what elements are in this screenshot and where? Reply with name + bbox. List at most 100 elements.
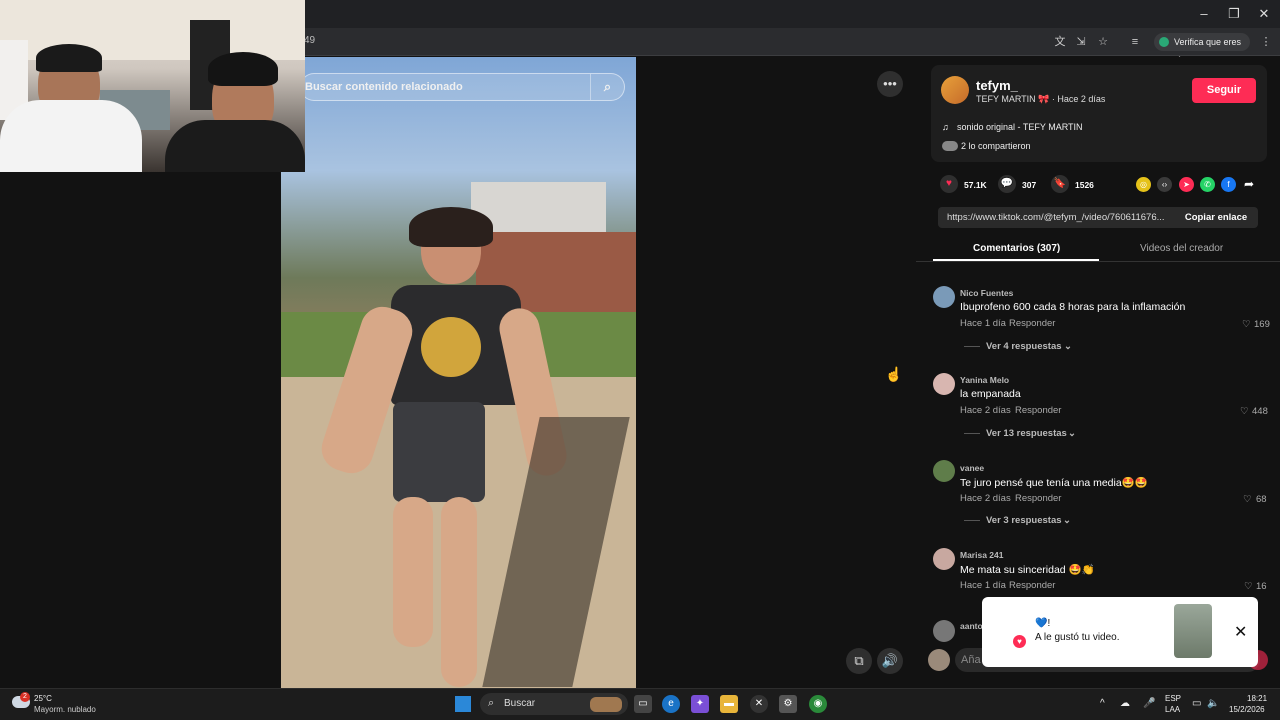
reply-button[interactable]: Responder bbox=[1009, 580, 1055, 591]
network-icon[interactable]: ▭ bbox=[1192, 698, 1201, 709]
close-icon[interactable]: ✕ bbox=[1250, 4, 1278, 24]
video-link-text[interactable]: https://www.tiktok.com/@tefym_/video/760… bbox=[947, 212, 1173, 223]
file-explorer-icon[interactable]: ▬ bbox=[720, 695, 738, 713]
comment-author[interactable]: Nico Fuentes bbox=[960, 288, 1013, 298]
bookmark-icon[interactable]: 🔖 bbox=[1051, 175, 1069, 193]
reply-button[interactable]: Responder bbox=[1015, 493, 1061, 504]
embed-icon[interactable]: ‹› bbox=[1157, 177, 1172, 192]
cloud-icon[interactable]: ☁ bbox=[1120, 698, 1130, 709]
comment-author[interactable]: aanto bbox=[960, 621, 983, 631]
comment-count: 307 bbox=[1022, 180, 1037, 190]
chrome-icon[interactable]: ◉ bbox=[809, 695, 827, 713]
search-icon[interactable]: ⌕ bbox=[590, 74, 624, 100]
view-replies-button[interactable]: Ver 13 respuestas bbox=[986, 428, 1067, 439]
follow-button[interactable]: Seguir bbox=[1192, 78, 1256, 103]
comment-icon[interactable]: 💬 bbox=[998, 175, 1016, 193]
reply-button[interactable]: Responder bbox=[1009, 318, 1055, 329]
volume-icon[interactable]: 🔊 bbox=[877, 648, 903, 674]
reply-button[interactable]: Responder bbox=[1015, 405, 1061, 416]
author-display-name: TEFY MARTIN 🎀 · Hace 2 días bbox=[976, 94, 1106, 104]
avatar[interactable] bbox=[933, 286, 955, 308]
close-icon[interactable]: ✕ bbox=[1234, 622, 1247, 642]
music-note-icon: ♫ bbox=[942, 122, 949, 132]
comment-author[interactable]: vanee bbox=[960, 463, 984, 473]
avatar[interactable] bbox=[933, 620, 955, 642]
chevron-down-icon[interactable]: ⌄ bbox=[1063, 515, 1071, 526]
microphone-icon[interactable]: 🎤 bbox=[1143, 698, 1155, 709]
replies-divider bbox=[964, 520, 980, 521]
webcam-person-hair bbox=[36, 44, 102, 72]
facebook-icon[interactable]: f bbox=[1221, 177, 1236, 192]
xbox-icon[interactable]: ✕ bbox=[750, 695, 768, 713]
avatar bbox=[928, 649, 950, 671]
chevron-down-icon[interactable]: ⌄ bbox=[1068, 428, 1076, 439]
clock-time[interactable]: 18:21 bbox=[1247, 694, 1267, 703]
copy-link-button[interactable]: Copiar enlace bbox=[1176, 208, 1256, 227]
bookmark-star-icon[interactable]: ☆ bbox=[1095, 34, 1111, 50]
like-icon[interactable]: ♥ bbox=[940, 175, 958, 193]
settings-gear-icon[interactable]: ⚙ bbox=[779, 695, 797, 713]
view-replies-button[interactable]: Ver 3 respuestas bbox=[986, 515, 1062, 526]
heart-icon: ♥ bbox=[1013, 635, 1026, 648]
comment-time: Hace 2 días bbox=[960, 493, 1011, 504]
replies-divider bbox=[964, 346, 980, 347]
clock-date[interactable]: 15/2/2026 bbox=[1229, 705, 1265, 714]
video-player[interactable] bbox=[281, 57, 636, 688]
toast-thumbnail[interactable] bbox=[1174, 604, 1212, 658]
share-arrow-icon[interactable]: ➦ bbox=[1244, 177, 1254, 191]
avatar[interactable] bbox=[933, 460, 955, 482]
install-app-icon[interactable]: ⇲ bbox=[1073, 34, 1089, 50]
comment-time: Hace 2 días bbox=[960, 405, 1011, 416]
avatar[interactable] bbox=[933, 548, 955, 570]
browser-menu-icon[interactable]: ⋮ bbox=[1258, 34, 1274, 50]
video-shirt-print bbox=[421, 317, 481, 377]
pip-icon[interactable]: ⧉ bbox=[846, 648, 872, 674]
comment-like-icon[interactable]: ♡ bbox=[1243, 494, 1252, 505]
task-view-icon[interactable]: ▭ bbox=[634, 695, 652, 713]
comment-author[interactable]: Yanina Melo bbox=[960, 375, 1009, 385]
edge-icon[interactable]: e bbox=[662, 695, 680, 713]
comment-author[interactable]: Marisa 241 bbox=[960, 550, 1003, 560]
windows-start-icon[interactable] bbox=[455, 696, 471, 712]
comment-like-count: 169 bbox=[1254, 319, 1270, 330]
tray-chevron-up-icon[interactable]: ^ bbox=[1100, 698, 1105, 709]
tab-comments[interactable]: Comentarios (307) bbox=[973, 243, 1060, 254]
profile-verify-chip[interactable]: Verifica que eres tú bbox=[1154, 33, 1250, 65]
copilot-icon[interactable]: ✦ bbox=[691, 695, 709, 713]
toast-title: 💙! bbox=[1035, 618, 1051, 629]
webcam-person-shirt bbox=[0, 100, 142, 172]
author-username[interactable]: tefym_ bbox=[976, 78, 1018, 93]
input-language[interactable]: ESP bbox=[1165, 694, 1181, 703]
tab-creator-videos[interactable]: Videos del creador bbox=[1140, 243, 1223, 254]
hand-cursor-icon: ☝ bbox=[885, 366, 903, 382]
address-bar-text[interactable]: 49 bbox=[304, 35, 315, 46]
restore-icon[interactable]: ❐ bbox=[1220, 4, 1248, 24]
translate-icon[interactable]: 文 bbox=[1052, 34, 1068, 50]
minimize-icon[interactable]: – bbox=[1190, 4, 1218, 24]
notification-toast[interactable]: ♥ 💙! A le gustó tu video. ✕ bbox=[982, 597, 1258, 667]
comment-like-icon[interactable]: ♡ bbox=[1240, 406, 1249, 417]
avatar[interactable] bbox=[933, 373, 955, 395]
speaker-icon[interactable]: 🔈 bbox=[1207, 698, 1219, 709]
tabs-divider bbox=[916, 261, 1280, 262]
search-highlight-icon bbox=[590, 697, 622, 712]
whatsapp-icon[interactable]: ✆ bbox=[1200, 177, 1215, 192]
comment-like-icon[interactable]: ♡ bbox=[1244, 581, 1253, 592]
webcam-overlay bbox=[0, 0, 305, 172]
chevron-down-icon[interactable]: ⌄ bbox=[1064, 341, 1072, 352]
sound-link[interactable]: sonido original - TEFY MARTIN bbox=[957, 122, 1083, 132]
avatar[interactable] bbox=[941, 76, 969, 104]
send-icon[interactable]: ➤ bbox=[1179, 177, 1194, 192]
comment-time: Hace 1 día bbox=[960, 318, 1006, 329]
comment-like-icon[interactable]: ♡ bbox=[1242, 319, 1251, 330]
more-options-icon[interactable]: ••• bbox=[877, 71, 903, 97]
reading-list-icon[interactable]: ≡ bbox=[1127, 34, 1143, 50]
shared-count[interactable]: 2 lo compartieron bbox=[961, 141, 1031, 151]
related-search-input[interactable]: Buscar contenido relacionado ⌕ bbox=[300, 73, 625, 101]
webcam-person-shirt bbox=[165, 120, 305, 172]
video-person-hair bbox=[409, 207, 493, 247]
weather-temp[interactable]: 25°C bbox=[34, 694, 52, 703]
view-replies-button[interactable]: Ver 4 respuestas bbox=[986, 341, 1062, 352]
coin-icon[interactable]: ◎ bbox=[1136, 177, 1151, 192]
webcam-person-hair bbox=[208, 52, 278, 86]
